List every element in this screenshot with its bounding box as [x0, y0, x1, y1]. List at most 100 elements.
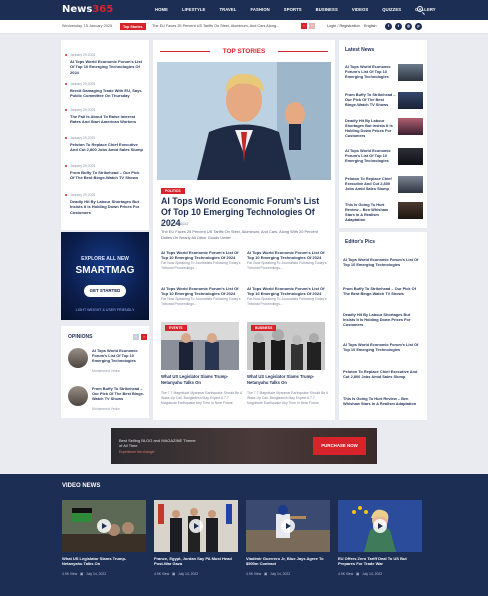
smartmag-ad[interactable]: EXPLORE ALL NEW SMARTMAG GET STARTED LIG…: [61, 232, 149, 320]
video-title[interactable]: France, Egypt, Jordan Say PA Must Head P…: [154, 556, 238, 566]
list-item[interactable]: From Buffy To Strikehead – Our Pick Of T…: [343, 286, 423, 296]
grid-story[interactable]: AI Tops World Economic Forum's List Of T…: [161, 286, 243, 307]
category-badge[interactable]: EVENTS: [165, 325, 187, 331]
opinions-next-button[interactable]: ›: [141, 334, 147, 340]
grid-title[interactable]: AI Tops World Economic Forum's List Of T…: [161, 250, 243, 260]
facebook-icon[interactable]: f: [385, 23, 392, 30]
ticker-prev-button[interactable]: ‹: [301, 23, 307, 29]
item-title[interactable]: This Is Going To Hurt Review – Ben Whish…: [345, 202, 397, 222]
item-title[interactable]: The Fall Is About To Raise Interest Rate…: [61, 114, 143, 125]
video-date: July 14, 2022: [86, 572, 107, 576]
top-bar: Wednesday, 15 January 2025 Top Stories T…: [0, 20, 488, 34]
item-title[interactable]: From Buffy To Strikehead – Our Pick Of T…: [61, 170, 143, 181]
item-title[interactable]: Deadly Hit By Labour Shortages But Insis…: [61, 199, 143, 215]
grid-title[interactable]: AI Tops World Economic Forum's List Of T…: [247, 250, 329, 260]
opinion-author: Mohammed Yedun: [92, 407, 121, 411]
item-title[interactable]: Peloton To Replace Chief Executive And C…: [61, 142, 143, 153]
video-thumbnail[interactable]: [154, 500, 238, 552]
item-title[interactable]: Deadly Hit By Labour Shortages But Insis…: [345, 118, 397, 138]
site-logo[interactable]: News365: [62, 4, 113, 15]
purchase-now-button[interactable]: PURCHASE NOW: [313, 437, 366, 455]
search-icon[interactable]: [417, 6, 423, 12]
menu-item-business[interactable]: BUSINESS: [316, 7, 338, 12]
item-title[interactable]: AI Tops World Economic Forum's List Of T…: [61, 59, 143, 75]
item-title[interactable]: AI Tops World Economic Forum's List Of T…: [345, 148, 397, 163]
twitter-icon[interactable]: t: [395, 23, 402, 30]
menu-item-fashion[interactable]: FASHION: [250, 7, 269, 12]
opinion-title[interactable]: AI Tops World Economic Forum's List Of T…: [92, 348, 148, 363]
opinion-item[interactable]: From Buffy To Strikehead – Our Pick Of T…: [68, 386, 148, 422]
banner-subtext: Experience the change!: [119, 450, 155, 454]
list-item[interactable]: This Is Going To Hurt Review – Ben Whish…: [343, 396, 423, 406]
calendar-icon: ▣: [264, 572, 268, 576]
video-thumbnail[interactable]: [246, 500, 330, 552]
menu-item-sports[interactable]: SPORTS: [284, 7, 302, 12]
news-ticker[interactable]: The EU Faces 25 Percent US Tariffs On St…: [152, 24, 302, 28]
video-title[interactable]: EU Offers Zero Tariff Deal To US But Pre…: [338, 556, 422, 566]
thumbnail[interactable]: [398, 176, 423, 193]
language-selector[interactable]: English: [364, 24, 376, 28]
story-title[interactable]: What US Legislator Slams Trump-Netanyahu…: [161, 374, 243, 385]
category-badge[interactable]: BUSINESS: [251, 325, 277, 331]
list-item[interactable]: January 29,2025 The Fall Is About To Rais…: [61, 108, 143, 125]
list-item[interactable]: January 29,2025 AI Tops World Economic Fo…: [61, 53, 143, 75]
item-title[interactable]: From Buffy To Strikehead – Our Pick Of T…: [345, 92, 397, 107]
thumbnail[interactable]: [398, 118, 423, 135]
grid-title[interactable]: AI Tops World Economic Forum's List Of T…: [161, 286, 243, 296]
grid-story[interactable]: AI Tops World Economic Forum's List Of T…: [247, 286, 329, 307]
thumbnail[interactable]: [398, 202, 423, 219]
opinions-prev-button[interactable]: ‹: [133, 334, 139, 340]
list-item[interactable]: January 29,2025 Deadly Hit By Labour Shor…: [61, 193, 143, 215]
video-thumbnail[interactable]: [62, 500, 146, 552]
list-item[interactable]: January 29,2025 Peloton To Replace Chief …: [61, 136, 143, 153]
featured-image[interactable]: [157, 62, 331, 180]
play-icon[interactable]: [189, 519, 203, 533]
story-title[interactable]: What US Legislator Slams Trump-Netanyahu…: [247, 374, 329, 385]
list-item[interactable]: Peloton To Replace Chief Executive And C…: [343, 369, 423, 379]
play-icon[interactable]: [373, 519, 387, 533]
video-date: July 14, 2022: [270, 572, 291, 576]
list-item[interactable]: Deadly Hit By Labour Shortages But Insis…: [343, 312, 423, 328]
ticker-next-button[interactable]: ›: [309, 23, 315, 29]
grid-story[interactable]: AI Tops World Economic Forum's List Of T…: [161, 250, 243, 271]
get-started-button[interactable]: GET STARTED: [84, 285, 126, 297]
list-item[interactable]: From Buffy To Strikehead – Our Pick Of T…: [345, 92, 423, 112]
list-item[interactable]: January 29,2025 Brexit Damaging Trade Wit…: [61, 82, 143, 99]
item-title[interactable]: AI Tops World Economic Forum's List Of T…: [345, 64, 397, 79]
menu-item-travel[interactable]: TRAVEL: [219, 7, 236, 12]
list-item[interactable]: AI Tops World Economic Forum's List Of T…: [343, 342, 423, 352]
menu-item-home[interactable]: HOME: [155, 7, 168, 12]
opinion-title[interactable]: From Buffy To Strikehead – Our Pick Of T…: [92, 386, 148, 401]
grid-excerpt: Far Now Speaking To Journalists Followin…: [161, 261, 241, 270]
item-title[interactable]: Peloton To Replace Chief Executive And C…: [345, 176, 397, 191]
opinion-item[interactable]: AI Tops World Economic Forum's List Of T…: [68, 348, 148, 384]
list-item[interactable]: AI Tops World Economic Forum's List Of T…: [343, 257, 423, 267]
grid-title[interactable]: AI Tops World Economic Forum's List Of T…: [247, 286, 329, 296]
thumbnail[interactable]: [398, 148, 423, 165]
play-icon[interactable]: [281, 519, 295, 533]
thumbnail[interactable]: [398, 92, 423, 109]
list-item[interactable]: Deadly Hit By Labour Shortages But Insis…: [345, 118, 423, 138]
thumbnail[interactable]: [398, 64, 423, 81]
pinterest-icon[interactable]: p: [415, 23, 422, 30]
list-item[interactable]: January 29,2025 From Buffy To Strikehead …: [61, 164, 143, 181]
instagram-icon[interactable]: ◎: [405, 23, 412, 30]
login-link[interactable]: Login / Registration: [327, 24, 360, 28]
list-item[interactable]: AI Tops World Economic Forum's List Of T…: [345, 148, 423, 168]
item-date: January 29,2025: [61, 82, 143, 86]
menu-item-videos[interactable]: VIDEOS: [352, 7, 368, 12]
play-icon[interactable]: [97, 519, 111, 533]
list-item[interactable]: This Is Going To Hurt Review – Ben Whish…: [345, 202, 423, 222]
video-title[interactable]: What US Legislator Slams Trump-Netanyahu…: [62, 556, 146, 566]
video-title[interactable]: Vladimir Guerrero Jr, Blue Jays Agree To…: [246, 556, 330, 566]
list-item[interactable]: AI Tops World Economic Forum's List Of T…: [345, 64, 423, 84]
purchase-banner[interactable]: Best Selling BLOG and MAGAZINE Theme of …: [111, 428, 377, 464]
menu-item-quizzes[interactable]: QUIZZES: [382, 7, 401, 12]
menu-item-lifestyle[interactable]: LIFESTYLE: [182, 7, 205, 12]
ticker-label: Top Stories: [120, 23, 146, 30]
video-thumbnail[interactable]: [338, 500, 422, 552]
item-title[interactable]: Brexit Damaging Trade With EU, Says Publ…: [61, 88, 143, 99]
grid-story[interactable]: AI Tops World Economic Forum's List Of T…: [247, 250, 329, 271]
category-badge[interactable]: POLITICS: [161, 188, 185, 194]
list-item[interactable]: Peloton To Replace Chief Executive And C…: [345, 176, 423, 196]
